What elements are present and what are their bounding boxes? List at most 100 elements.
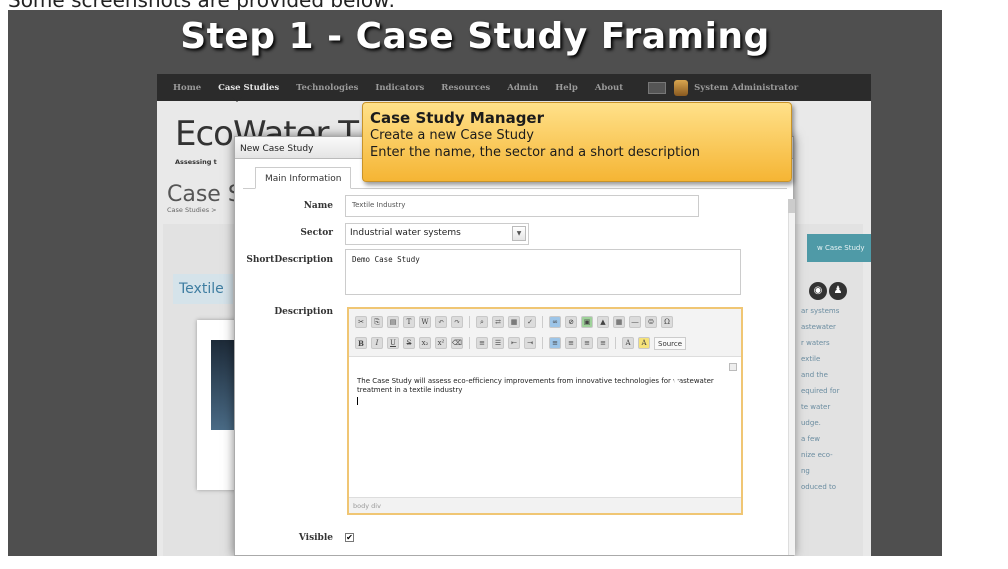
redo-icon[interactable]: ↷ — [451, 316, 463, 328]
paste-text-icon[interactable]: T — [403, 316, 415, 328]
sidebar-line: and the — [801, 371, 828, 379]
sidebar-line: nize eco- — [801, 451, 833, 459]
nav-resources[interactable]: Resources — [441, 83, 490, 93]
callout-line-2: Enter the name, the sector and a short d… — [370, 145, 701, 160]
flash-icon[interactable]: ▲ — [597, 316, 609, 328]
source-button[interactable]: Source — [654, 336, 687, 350]
sidebar-line: oduced to — [801, 483, 837, 491]
sidebar-line: ar systems — [801, 307, 840, 315]
side-icons: ◉ ♟ — [809, 282, 847, 300]
users-icon[interactable]: ♟ — [829, 282, 847, 300]
find-icon[interactable]: ⌕ — [476, 316, 488, 328]
breadcrumb[interactable]: Case Studies > — [167, 206, 217, 214]
top-caption: Some screenshots are provided below: — [0, 0, 1008, 10]
select-all-icon[interactable]: ▦ — [508, 316, 520, 328]
outdent-icon[interactable]: ⇤ — [508, 337, 520, 349]
table-icon[interactable]: ▦ — [613, 316, 625, 328]
callout-title: Case Study Manager — [370, 109, 545, 127]
toolbar-row-2: B I U S x₂ x² ⌫ ≡ ☰ ⇤ ⇥ ≡ ≡ ≡ ≡ A A Sour… — [355, 335, 687, 351]
search-icon[interactable] — [648, 81, 667, 94]
superscript-icon[interactable]: x² — [435, 337, 447, 349]
case-study-title-textile[interactable]: Textile — [173, 274, 233, 304]
tab-main-information[interactable]: Main Information — [255, 167, 352, 189]
dialog-scrollbar-thumb[interactable] — [788, 199, 795, 213]
sidebar-line: ng — [801, 467, 810, 475]
replace-icon[interactable]: ⇄ — [492, 316, 504, 328]
toolbar-divider — [469, 316, 470, 328]
toolbar-divider — [615, 337, 616, 349]
short-description-label: ShortDescription — [246, 255, 333, 265]
visible-checkbox[interactable]: ✔ — [345, 533, 354, 542]
nav-admin[interactable]: Admin — [507, 83, 538, 93]
paste-word-icon[interactable]: W — [419, 316, 431, 328]
nav-home[interactable]: Home — [173, 83, 201, 93]
short-description-textarea[interactable]: Demo Case Study — [345, 249, 741, 295]
align-left-icon[interactable]: ≡ — [549, 337, 561, 349]
dialog-scrollbar[interactable] — [788, 199, 795, 555]
sector-select[interactable]: Industrial water systems ▼ — [345, 223, 529, 245]
sidebar-line: extile — [801, 355, 821, 363]
sidebar-line: equired for — [801, 387, 840, 395]
horizontal-rule-icon[interactable]: ― — [629, 316, 641, 328]
special-char-icon[interactable]: Ω — [661, 316, 673, 328]
align-center-icon[interactable]: ≡ — [565, 337, 577, 349]
text-caret — [357, 397, 358, 405]
image-icon[interactable]: ▣ — [581, 316, 593, 328]
sector-value: Industrial water systems — [350, 228, 461, 238]
description-editor[interactable]: ✂ ⎘ ▤ T W ↶ ↷ ⌕ ⇄ ▦ ✓ ∞ ⊘ ▣ ▲ ▦ ― ☺ Ω B … — [347, 307, 743, 515]
eye-icon[interactable]: ◉ — [809, 282, 827, 300]
sidebar-line: a few — [801, 435, 821, 443]
paste-icon[interactable]: ▤ — [387, 316, 399, 328]
cut-icon[interactable]: ✂ — [355, 316, 367, 328]
callout-tooltip: Case Study Manager Create a new Case Stu… — [362, 102, 792, 182]
top-nav: Home Case Studies Technologies Indicator… — [157, 74, 871, 102]
undo-icon[interactable]: ↶ — [435, 316, 447, 328]
sidebar-line: te water — [801, 403, 831, 411]
sidebar-line: astewater — [801, 323, 836, 331]
chevron-down-icon[interactable]: ▼ — [512, 226, 526, 241]
nav-case-studies[interactable]: Case Studies — [218, 83, 279, 102]
spellcheck-icon[interactable]: ✓ — [524, 316, 536, 328]
remove-format-icon[interactable]: ⌫ — [451, 337, 463, 349]
name-input[interactable]: Textile Industry — [345, 195, 699, 217]
brand-subtitle: Assessing t — [175, 158, 217, 166]
user-avatar-icon[interactable] — [674, 79, 689, 96]
align-right-icon[interactable]: ≡ — [581, 337, 593, 349]
text-color-icon[interactable]: A — [622, 337, 634, 349]
strike-icon[interactable]: S — [403, 337, 415, 349]
bold-icon[interactable]: B — [355, 337, 367, 349]
indent-icon[interactable]: ⇥ — [524, 337, 536, 349]
smiley-icon[interactable]: ☺ — [645, 316, 657, 328]
copy-icon[interactable]: ⎘ — [371, 316, 383, 328]
description-label: Description — [274, 307, 333, 317]
sidebar-line: udge. — [801, 419, 821, 427]
nav-help[interactable]: Help — [555, 83, 578, 93]
justify-icon[interactable]: ≡ — [597, 337, 609, 349]
subscript-icon[interactable]: x₂ — [419, 337, 431, 349]
name-label: Name — [303, 201, 333, 211]
new-case-study-button[interactable]: w Case Study — [807, 234, 871, 262]
page-title: Case S — [167, 182, 242, 207]
underline-icon[interactable]: U — [387, 337, 399, 349]
nav-technologies[interactable]: Technologies — [296, 83, 358, 93]
nav-about[interactable]: About — [595, 83, 623, 93]
toolbar-divider — [542, 316, 543, 328]
editor-path-bar: body div — [349, 497, 741, 513]
background-color-icon[interactable]: A — [638, 337, 650, 349]
sector-label: Sector — [300, 228, 333, 238]
italic-icon[interactable]: I — [371, 337, 383, 349]
visible-label: Visible — [298, 533, 333, 543]
toolbar-collapse-icon[interactable] — [729, 363, 737, 371]
nav-user-name[interactable]: System Administrator — [694, 83, 798, 93]
slide-title: Step 1 - Case Study Framing — [180, 16, 770, 57]
callout-line-1: Create a new Case Study — [370, 128, 534, 143]
link-icon[interactable]: ∞ — [549, 316, 561, 328]
unlink-icon[interactable]: ⊘ — [565, 316, 577, 328]
bullet-list-icon[interactable]: ☰ — [492, 337, 504, 349]
toolbar-divider — [469, 337, 470, 349]
nav-indicators[interactable]: Indicators — [375, 83, 424, 93]
editor-toolbar: ✂ ⎘ ▤ T W ↶ ↷ ⌕ ⇄ ▦ ✓ ∞ ⊘ ▣ ▲ ▦ ― ☺ Ω B … — [349, 309, 741, 357]
new-case-study-dialog: New Case Study Main Information Name Tex… — [234, 136, 795, 556]
description-text: The Case Study will assess eco-efficienc… — [357, 377, 714, 394]
numbered-list-icon[interactable]: ≡ — [476, 337, 488, 349]
